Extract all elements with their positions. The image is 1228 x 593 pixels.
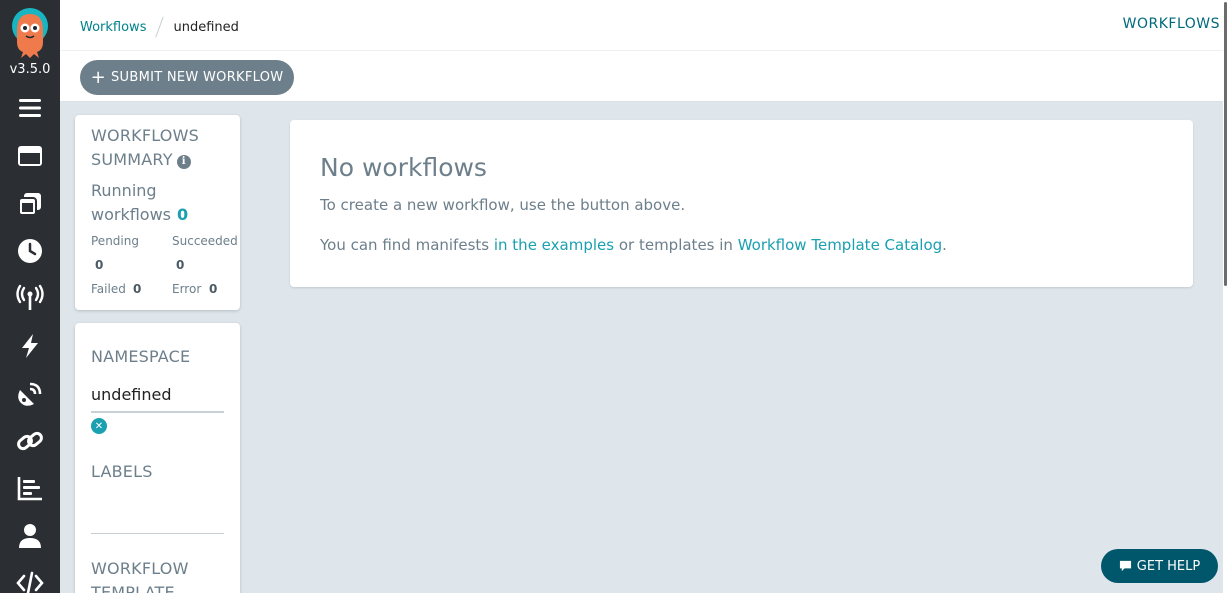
breadcrumb-workflows-link[interactable]: Workflows [80, 20, 146, 35]
summary-heading-line1: WORKFLOWS [91, 126, 199, 145]
argo-logo-icon[interactable] [9, 8, 51, 60]
page-title: WORKFLOWS [1122, 16, 1220, 32]
empty-state-card: No workflows To create a new workflow, u… [290, 120, 1193, 287]
links-suffix: . [942, 236, 947, 254]
summary-heading: WORKFLOWS SUMMARY i [91, 124, 199, 172]
clear-namespace-icon[interactable]: ✕ [91, 418, 107, 434]
sidebar: v3.5.0 [0, 0, 60, 593]
chart-bar-icon[interactable] [0, 468, 60, 508]
satellite-dish-icon[interactable] [0, 374, 60, 414]
pending-value: 0 [95, 258, 104, 272]
running-count: 0 [177, 205, 189, 224]
link-icon[interactable] [0, 421, 60, 461]
failed-value: 0 [133, 282, 142, 296]
empty-state-title: No workflows [320, 153, 487, 182]
get-help-label: GET HELP [1136, 558, 1201, 574]
empty-state-links: You can find manifests in the examples o… [320, 236, 947, 254]
scrollbar-thumb[interactable] [1224, 2, 1227, 286]
labels-underline [91, 533, 224, 534]
labels-heading: LABELS [91, 462, 153, 481]
submit-new-workflow-button[interactable]: + SUBMIT NEW WORKFLOW [80, 60, 294, 95]
broadcast-tower-icon[interactable] [0, 278, 60, 318]
window-icon[interactable] [0, 136, 60, 176]
pending-label: Pending [91, 234, 139, 248]
topbar-divider [60, 50, 1223, 51]
app-root: v3.5.0 Workflows undefined WORKFLOWS + S… [0, 0, 1228, 593]
info-icon[interactable]: i [176, 155, 191, 169]
code-icon[interactable] [0, 563, 60, 593]
namespace-input[interactable]: undefined [91, 385, 172, 404]
comment-icon [1119, 560, 1131, 571]
version-label: v3.5.0 [9, 62, 51, 77]
namespace-underline [91, 411, 224, 413]
plus-icon: + [90, 66, 106, 88]
error-value: 0 [209, 282, 218, 296]
breadcrumb-current: undefined [173, 19, 239, 35]
breadcrumb-separator [155, 16, 165, 38]
user-icon[interactable] [0, 516, 60, 556]
scrollbar[interactable] [1223, 0, 1228, 593]
running-label-line2: workflows [91, 205, 172, 224]
error-label: Error [172, 282, 202, 296]
bolt-icon[interactable] [0, 326, 60, 366]
empty-state-instructions: To create a new workflow, use the button… [320, 196, 686, 214]
template-heading-line1: WORKFLOW [91, 559, 189, 578]
summary-heading-line2: SUMMARY [91, 150, 173, 169]
template-catalog-link[interactable]: Workflow Template Catalog [738, 236, 942, 254]
namespace-heading: NAMESPACE [91, 347, 191, 366]
workflows-summary-panel: WORKFLOWS SUMMARY i Running workflows 0 Pe… [75, 115, 240, 310]
template-heading-line2: TEMPLATE [91, 583, 175, 593]
examples-link[interactable]: in the examples [494, 236, 614, 254]
links-prefix: You can find manifests [320, 236, 494, 254]
clock-icon[interactable] [0, 231, 60, 271]
submit-button-label: SUBMIT NEW WORKFLOW [110, 70, 284, 85]
failed-label: Failed [91, 282, 126, 296]
get-help-button[interactable]: GET HELP [1101, 549, 1218, 583]
breadcrumb: Workflows undefined [80, 16, 239, 38]
filters-panel: NAMESPACE undefined ✕ LABELS WORKFLOW TE… [75, 323, 240, 593]
links-middle: or templates in [614, 236, 738, 254]
labels-input[interactable] [91, 501, 224, 531]
succeeded-label: Succeeded [172, 234, 238, 248]
bars-icon[interactable] [0, 88, 60, 128]
succeeded-value: 0 [176, 258, 185, 272]
clone-icon[interactable] [0, 184, 60, 224]
running-workflows: Running workflows 0 [91, 179, 188, 227]
running-label-line1: Running [91, 181, 157, 200]
top-bar: Workflows undefined WORKFLOWS + SUBMIT N… [60, 0, 1223, 102]
workflow-template-heading: WORKFLOW TEMPLATE [91, 557, 189, 593]
